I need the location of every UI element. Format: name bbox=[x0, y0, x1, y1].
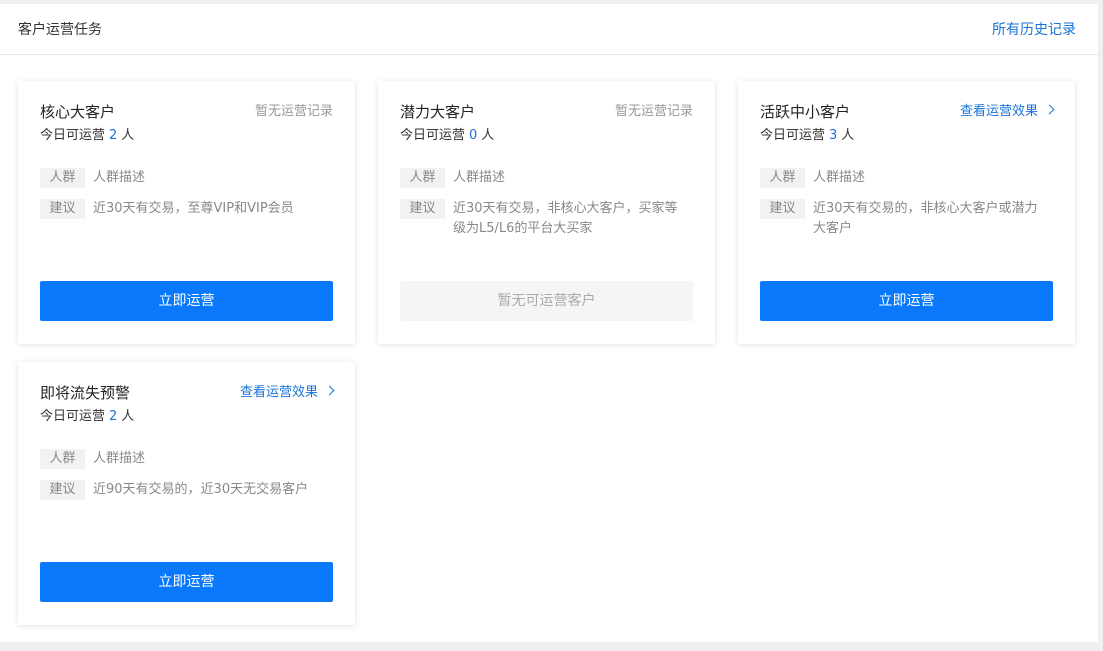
suggestion-text: 近90天有交易的，近30天无交易客户 bbox=[93, 482, 309, 497]
view-effect-label: 查看运营效果 bbox=[959, 104, 1038, 119]
crowd-tag: 人群 bbox=[40, 449, 85, 469]
all-history-link[interactable]: 所有历史记录 bbox=[992, 20, 1076, 40]
card-title: 即将流失预警 bbox=[40, 384, 131, 402]
card-title: 活跃中小客户 bbox=[760, 103, 851, 121]
task-card-active-smb-customers: 活跃中小客户 查看运营效果 今日可运营 3 人 人群 人群描述 建议 近30天有交易… bbox=[738, 81, 1075, 344]
view-effect-label: 查看运营效果 bbox=[239, 385, 318, 400]
card-title: 核心大客户 bbox=[40, 103, 116, 121]
count-prefix: 今日可运营 bbox=[40, 128, 106, 143]
view-effect-link[interactable]: 查看运营效果 bbox=[959, 102, 1055, 122]
page-title: 客户运营任务 bbox=[18, 22, 102, 38]
panel-header: 客户运营任务 所有历史记录 bbox=[0, 4, 1098, 55]
crowd-row: 人群 人群描述 bbox=[760, 168, 1055, 188]
crowd-tag: 人群 bbox=[40, 168, 85, 188]
count-number: 0 bbox=[469, 128, 478, 143]
count-suffix: 人 bbox=[481, 128, 495, 143]
task-card-core-customers: 核心大客户 暂无运营记录 今日可运营 2 人 人群 人群描述 建议 近30天有交易，… bbox=[18, 81, 355, 344]
count-number: 2 bbox=[109, 128, 118, 143]
no-customers-button: 暂无可运营客户 bbox=[400, 281, 693, 321]
card-count: 今日可运营 3 人 bbox=[760, 126, 854, 146]
task-card-potential-customers: 潜力大客户 暂无运营记录 今日可运营 0 人 人群 人群描述 建议 近30天有交易，… bbox=[378, 81, 715, 344]
chevron-right-icon bbox=[1044, 104, 1055, 115]
chevron-right-icon bbox=[324, 385, 335, 396]
customer-ops-panel: 客户运营任务 所有历史记录 核心大客户 暂无运营记录 今日可运营 2 人 人群 人群… bbox=[0, 4, 1098, 642]
crowd-tag: 人群 bbox=[400, 168, 445, 188]
suggestion-tag: 建议 bbox=[400, 199, 445, 219]
crowd-description: 人群描述 bbox=[93, 170, 146, 185]
view-effect-link[interactable]: 查看运营效果 bbox=[239, 383, 335, 403]
suggestion-row: 建议 近90天有交易的，近30天无交易客户 bbox=[40, 480, 335, 500]
suggestion-tag: 建议 bbox=[40, 480, 85, 500]
card-count: 今日可运营 0 人 bbox=[400, 126, 494, 146]
count-suffix: 人 bbox=[841, 128, 855, 143]
operate-now-button[interactable]: 立即运营 bbox=[40, 562, 333, 602]
crowd-row: 人群 人群描述 bbox=[400, 168, 695, 188]
crowd-description: 人群描述 bbox=[453, 170, 506, 185]
crowd-row: 人群 人群描述 bbox=[40, 168, 335, 188]
suggestion-tag: 建议 bbox=[40, 199, 85, 219]
card-status-text: 暂无运营记录 bbox=[254, 104, 333, 119]
card-title: 潜力大客户 bbox=[400, 103, 476, 121]
crowd-tag: 人群 bbox=[760, 168, 805, 188]
suggestion-row: 建议 近30天有交易，至尊VIP和VIP会员 bbox=[40, 199, 335, 219]
count-prefix: 今日可运营 bbox=[40, 409, 106, 424]
count-prefix: 今日可运营 bbox=[760, 128, 826, 143]
operate-now-button[interactable]: 立即运营 bbox=[40, 281, 333, 321]
suggestion-text: 近30天有交易，至尊VIP和VIP会员 bbox=[93, 201, 294, 216]
crowd-description: 人群描述 bbox=[93, 451, 146, 466]
count-number: 2 bbox=[109, 409, 118, 424]
operate-now-button[interactable]: 立即运营 bbox=[760, 281, 1053, 321]
count-suffix: 人 bbox=[121, 128, 135, 143]
count-prefix: 今日可运营 bbox=[400, 128, 466, 143]
card-status-text: 暂无运营记录 bbox=[614, 104, 693, 119]
count-suffix: 人 bbox=[121, 409, 135, 424]
task-card-churn-warning: 即将流失预警 查看运营效果 今日可运营 2 人 人群 人群描述 建议 近90天有交易… bbox=[18, 362, 355, 625]
crowd-row: 人群 人群描述 bbox=[40, 449, 335, 469]
suggestion-text: 近30天有交易，非核心大客户，买家等级为L5/L6的平台大买家 bbox=[453, 201, 678, 236]
suggestion-row: 建议 近30天有交易的，非核心大客户或潜力大客户 bbox=[760, 199, 1055, 239]
suggestion-row: 建议 近30天有交易，非核心大客户，买家等级为L5/L6的平台大买家 bbox=[400, 199, 695, 239]
card-count: 今日可运营 2 人 bbox=[40, 407, 134, 427]
card-count: 今日可运营 2 人 bbox=[40, 126, 134, 146]
suggestion-tag: 建议 bbox=[760, 199, 805, 219]
suggestion-text: 近30天有交易的，非核心大客户或潜力大客户 bbox=[813, 201, 1038, 236]
crowd-description: 人群描述 bbox=[813, 170, 866, 185]
count-number: 3 bbox=[829, 128, 838, 143]
